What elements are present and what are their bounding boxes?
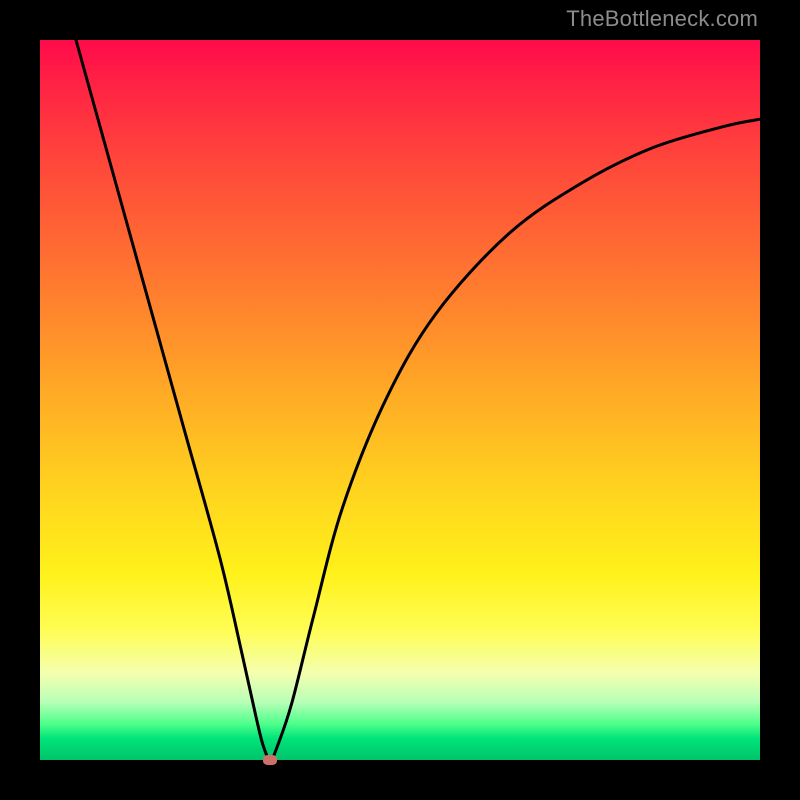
bottleneck-curve xyxy=(76,40,760,760)
curve-svg xyxy=(40,40,760,760)
plot-area xyxy=(40,40,760,760)
chart-frame: TheBottleneck.com xyxy=(0,0,800,800)
optimum-marker xyxy=(263,755,277,765)
watermark-text: TheBottleneck.com xyxy=(566,6,758,32)
